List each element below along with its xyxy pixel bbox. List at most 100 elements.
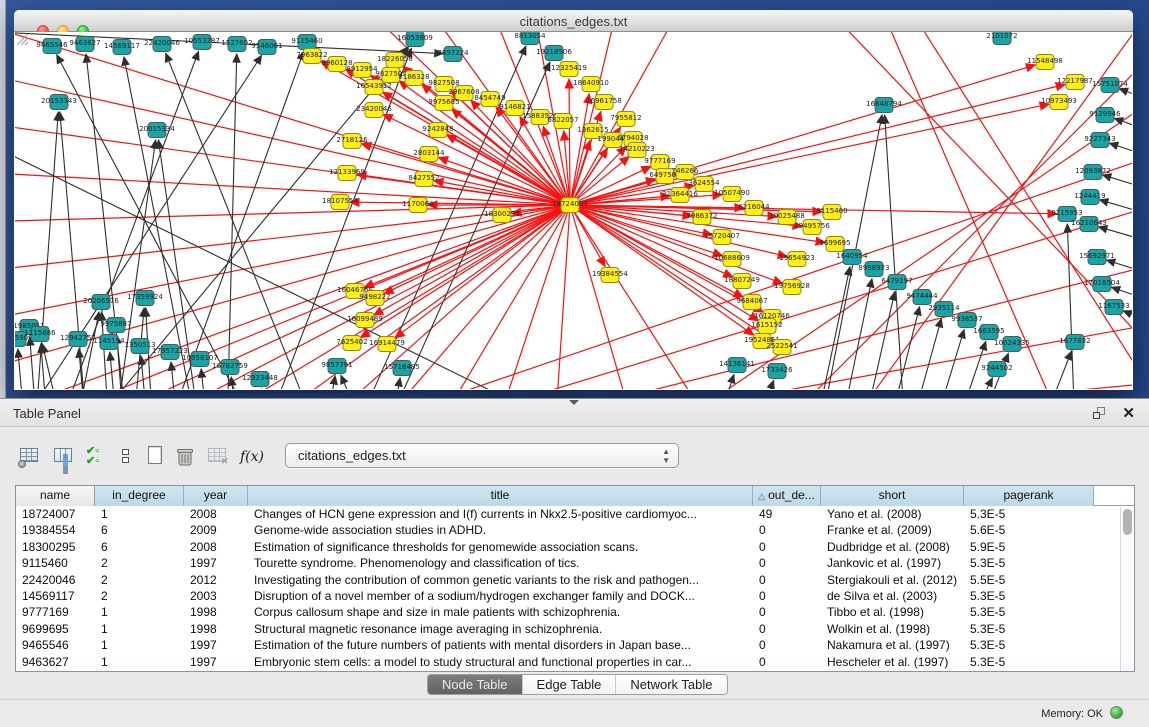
graph-node[interactable]: 19756928 <box>774 280 810 295</box>
graph-node[interactable]: 20153343 <box>41 95 77 110</box>
function-builder-icon[interactable]: f(x) <box>240 448 266 474</box>
graph-node[interactable]: 15720407 <box>704 230 740 245</box>
graph-node[interactable]: 10973493 <box>1041 95 1077 110</box>
column-header-in_degree[interactable]: in_degree <box>95 486 184 506</box>
graph-node[interactable]: 16961758 <box>586 95 622 110</box>
graph-node[interactable]: 9498222 <box>359 291 390 306</box>
graph-node[interactable]: 9857791 <box>321 359 352 374</box>
table-row[interactable]: 1830029562008Estimation of significance … <box>16 539 1134 555</box>
graph-node[interactable]: 14569117 <box>104 40 140 55</box>
table-row[interactable]: 1872400712008Changes of HCN gene express… <box>16 506 1134 522</box>
graph-node[interactable]: 8427552 <box>408 172 439 187</box>
delete-column-icon[interactable] <box>174 446 200 472</box>
table-mode-icon[interactable] <box>18 444 44 470</box>
graph-node[interactable]: 16099489 <box>347 313 383 328</box>
table-row[interactable]: 946362711997Embryonic stem cells: a mode… <box>16 654 1134 670</box>
network-canvas[interactable]: 9465546946362714569117224200461055328715… <box>15 32 1132 389</box>
graph-node[interactable]: 22420046 <box>144 37 180 52</box>
graph-node[interactable]: 8912954 <box>346 63 378 78</box>
table-row[interactable]: 969969511998Structural magnetic resonanc… <box>16 621 1134 637</box>
table-row[interactable]: 946554611997Estimation of the future num… <box>16 637 1134 653</box>
graph-node[interactable]: 19384554 <box>592 268 628 283</box>
graph-node[interactable]: 10553287 <box>184 35 220 50</box>
graph-node[interactable]: 12923448 <box>242 372 278 387</box>
graph-node[interactable]: 12217987 <box>1057 75 1093 90</box>
graph-node[interactable]: 1244419 <box>1074 190 1105 205</box>
graph-node[interactable]: 1677832 <box>1059 335 1090 350</box>
graph-node[interactable]: 9227343 <box>1084 133 1115 148</box>
graph-node[interactable]: 10507490 <box>714 187 750 202</box>
graph-node[interactable]: 18807249 <box>724 274 760 289</box>
graph-node[interactable]: 16648794 <box>866 98 902 113</box>
graph-node[interactable]: 18107554 <box>322 195 358 210</box>
graph-node[interactable]: 1615152 <box>751 319 782 334</box>
column-header-short[interactable]: short <box>821 486 964 506</box>
graph-node[interactable]: 10024335 <box>994 337 1030 352</box>
delete-table-icon[interactable]: ✕ <box>206 444 232 470</box>
table-row[interactable]: 911546021997Tourette syndrome. Phenomeno… <box>16 555 1134 571</box>
graph-node[interactable]: 1527602 <box>221 37 252 52</box>
table-row[interactable]: 2242004622012Investigating the contribut… <box>16 572 1134 588</box>
close-panel-icon[interactable]: ✕ <box>1122 404 1135 422</box>
graph-node[interactable]: 9938537 <box>951 313 982 328</box>
graph-node[interactable]: 6216044 <box>738 201 770 216</box>
graph-node[interactable]: 9975887 <box>100 318 131 333</box>
tab-edge-table[interactable]: Edge Table <box>523 675 617 694</box>
tab-node-table[interactable]: Node Table <box>428 675 523 694</box>
scrollbar-thumb[interactable] <box>1123 509 1132 535</box>
graph-node[interactable]: 9465546 <box>36 39 68 54</box>
new-column-icon[interactable] <box>144 444 170 470</box>
graph-node[interactable]: 8958923 <box>858 262 889 277</box>
float-panel-icon[interactable] <box>1093 407 1107 420</box>
graph-node[interactable]: 18226058 <box>377 53 413 68</box>
network-graph[interactable]: 9465546946362714569117224200461055328715… <box>15 32 1132 389</box>
graph-node[interactable]: 15692971 <box>1079 250 1115 265</box>
graph-node[interactable]: 7857224 <box>437 47 469 62</box>
graph-node[interactable]: 2718126 <box>336 134 368 149</box>
graph-node[interactable]: 1145194 <box>93 335 125 350</box>
graph-node[interactable]: 12133969 <box>329 166 365 181</box>
panel-splitter-grip[interactable] <box>569 400 579 405</box>
graph-node[interactable]: 15716485 <box>384 361 420 376</box>
split-pane-divider[interactable] <box>0 0 6 398</box>
network-window-titlebar[interactable]: citations_edges.txt <box>14 10 1133 32</box>
graph-node[interactable]: 21364416 <box>662 188 698 203</box>
graph-node[interactable]: 19495756 <box>794 220 830 235</box>
graph-node[interactable]: 8813054 <box>514 32 546 45</box>
graph-node[interactable]: 20015334 <box>139 123 175 138</box>
graph-node[interactable]: 17016504 <box>1084 277 1120 292</box>
select-all-columns-icon[interactable]: ✔▫✔▫ <box>86 447 112 473</box>
column-header-title[interactable]: title <box>248 486 753 506</box>
graph-node[interactable]: 1167533 <box>1098 300 1129 315</box>
row-height-icon[interactable] <box>114 444 140 470</box>
graph-node[interactable]: 14210223 <box>619 143 655 158</box>
graph-node[interactable]: 23420046 <box>356 103 392 118</box>
column-header-pagerank[interactable]: pagerank <box>964 486 1094 506</box>
column-header-name[interactable]: name <box>16 486 95 506</box>
graph-node[interactable]: 16914479 <box>369 337 405 352</box>
graph-node[interactable]: 9244502 <box>981 362 1012 377</box>
graph-node[interactable]: 12093872 <box>1075 165 1111 180</box>
graph-node[interactable]: 18640910 <box>573 77 609 92</box>
graph-node[interactable]: 2101072 <box>986 32 1017 45</box>
graph-node[interactable]: 9684067 <box>736 295 767 310</box>
graph-node[interactable]: 1350513 <box>124 339 155 354</box>
graph-node[interactable]: 12942757 <box>60 332 96 347</box>
graph-node[interactable]: 2522541 <box>766 340 797 355</box>
show-columns-icon[interactable] <box>52 444 78 470</box>
graph-node[interactable]: 9129946 <box>1089 108 1121 123</box>
graph-node[interactable]: 746266 <box>672 165 699 180</box>
window-resize-grip[interactable] <box>15 32 29 46</box>
graph-node[interactable]: 9115460 <box>816 205 847 220</box>
graph-node[interactable]: 7625402 <box>336 336 367 351</box>
graph-node[interactable]: 19654923 <box>779 252 815 267</box>
graph-node[interactable]: 9474444 <box>906 290 938 305</box>
graph-node[interactable]: 6822057 <box>547 114 578 129</box>
graph-node[interactable]: 12325419 <box>551 62 587 77</box>
table-source-select[interactable]: citations_edges.txt ▲▼ <box>285 443 679 468</box>
graph-node[interactable]: 19218506 <box>536 46 572 61</box>
graph-node[interactable]: 1733426 <box>761 364 793 379</box>
graph-node[interactable]: 10688609 <box>714 252 750 267</box>
graph-node[interactable]: 9463627 <box>69 37 100 52</box>
table-row[interactable]: 1456911722003Disruption of a novel membe… <box>16 588 1134 604</box>
